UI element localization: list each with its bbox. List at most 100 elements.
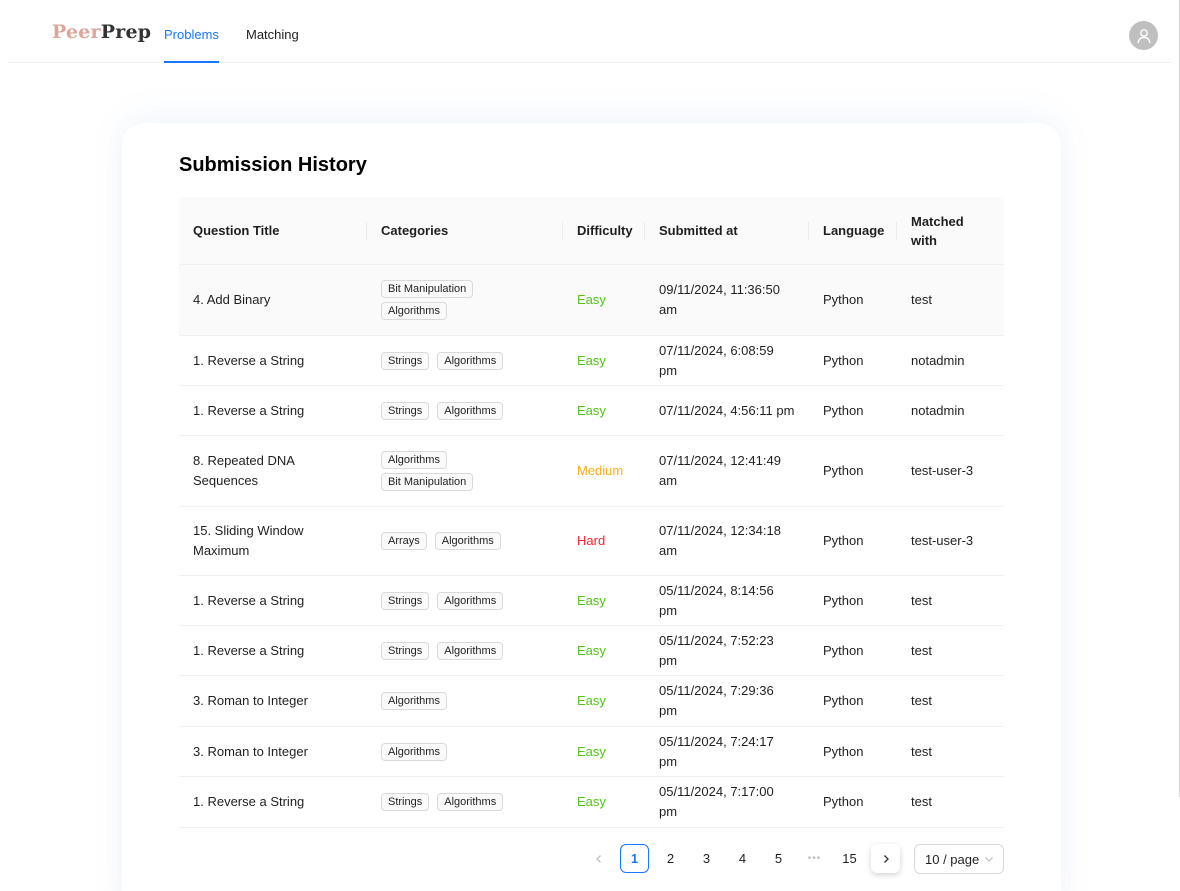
category-tag: Algorithms [381, 302, 447, 320]
table-row[interactable]: 1. Reverse a String Strings Algorithms Easy… [179, 336, 1004, 386]
categories-cell: Strings Algorithms [367, 336, 563, 385]
difficulty-cell: Easy [577, 743, 606, 759]
matched-with-cell: test-user-3 [911, 463, 974, 478]
chevron-down-icon [985, 857, 993, 862]
table-row[interactable]: 8. Repeated DNA Sequences Algorithms Bit M… [179, 436, 1004, 507]
category-tags: Strings Algorithms [381, 401, 504, 420]
table-row[interactable]: 4. Add Binary Bit Manipulation Algorithms E… [179, 265, 1004, 336]
language-cell: Python [823, 352, 864, 368]
question-title-cell: 15. Sliding Window Maximum [193, 523, 304, 558]
difficulty-cell: Easy [577, 794, 606, 809]
category-tags: Algorithms [381, 742, 447, 761]
language-cell: Python [823, 533, 864, 548]
pagination-page-5[interactable]: 5 [764, 844, 793, 873]
submitted-at-cell: 05/11/2024, 7:52:23 pm [659, 632, 774, 668]
difficulty-cell: Easy [577, 592, 606, 608]
categories-cell: Algorithms [367, 727, 563, 776]
table-row[interactable]: 1. Reverse a String Strings Algorithms Easy… [179, 576, 1004, 626]
category-tag: Strings [381, 591, 430, 610]
submitted-at-cell: 07/11/2024, 12:34:18 am [659, 523, 781, 558]
chevron-right-icon [883, 854, 889, 863]
language-cell: Python [823, 463, 864, 478]
difficulty-cell: Easy [577, 693, 606, 708]
logo-prep: Prep [100, 21, 152, 43]
categories-cell: Strings Algorithms [367, 777, 563, 827]
submitted-at-cell: 07/11/2024, 6:08:59 pm [659, 342, 774, 378]
submitted-at-cell: 05/11/2024, 7:17:00 pm [659, 784, 774, 819]
category-tag: Bit Manipulation [381, 473, 474, 491]
top-navbar: PeerPrep Problems Matching [8, 0, 1172, 63]
pagination-page-3[interactable]: 3 [692, 844, 721, 873]
category-tag: Strings [381, 793, 430, 811]
question-title-cell: 4. Add Binary [193, 292, 271, 307]
table-row[interactable]: 1. Reverse a String Strings Algorithms Easy… [179, 777, 1004, 828]
page-size-select[interactable]: 10 / page [914, 844, 1004, 874]
category-tags: Strings Algorithms [381, 793, 504, 811]
category-tag: Algorithms [437, 401, 504, 420]
nav-problems[interactable]: Problems [164, 0, 219, 63]
submitted-at-cell: 05/11/2024, 7:29:36 pm [659, 683, 774, 718]
column-header-categories: Categories [367, 197, 563, 264]
pagination-page-15[interactable]: 15 [835, 844, 864, 873]
table-row[interactable]: 1. Reverse a String Strings Algorithms Easy… [179, 626, 1004, 676]
categories-cell: Strings Algorithms [367, 386, 563, 435]
table-row[interactable]: 3. Roman to Integer Algorithms Easy 05/11/2… [179, 676, 1004, 727]
logo-peer: Peer [52, 21, 101, 43]
category-tag: Bit Manipulation [381, 280, 474, 298]
chevron-left-icon [595, 854, 601, 863]
category-tags: Algorithms Bit Manipulation [381, 451, 474, 491]
matched-with-cell: notadmin [911, 352, 965, 368]
categories-cell: Strings Algorithms [367, 626, 563, 675]
column-header-language: Language [809, 197, 897, 264]
column-header-matched-with: Matched with [911, 213, 964, 248]
difficulty-cell: Easy [577, 642, 606, 658]
matched-with-cell: test-user-3 [911, 533, 974, 548]
categories-cell: Algorithms Bit Manipulation [367, 436, 563, 506]
table-row[interactable]: 15. Sliding Window Maximum Arrays Algorith… [179, 507, 1004, 576]
difficulty-cell: Easy [577, 352, 606, 368]
language-cell: Python [823, 693, 864, 708]
category-tag: Algorithms [437, 351, 504, 370]
matched-with-cell: test [911, 642, 932, 658]
language-cell: Python [823, 592, 864, 608]
category-tag: Strings [381, 401, 430, 420]
question-title-cell: 8. Repeated DNA Sequences [193, 453, 295, 488]
table-header: Question Title Categories Difficulty Sub… [179, 197, 1004, 265]
table-row[interactable]: 3. Roman to Integer Algorithms Easy 05/11/2… [179, 727, 1004, 777]
category-tag: Algorithms [437, 591, 504, 610]
pagination-next-button[interactable] [871, 844, 900, 873]
category-tag: Arrays [381, 532, 427, 550]
pagination-ellipsis[interactable]: ••• [800, 844, 829, 873]
category-tag: Algorithms [381, 451, 447, 469]
difficulty-cell: Hard [577, 533, 606, 548]
table-row[interactable]: 1. Reverse a String Strings Algorithms Easy… [179, 386, 1004, 436]
table-body: 4. Add Binary Bit Manipulation Algorithms E… [179, 265, 1004, 828]
category-tags: Strings Algorithms [381, 641, 504, 660]
submitted-at-cell: 07/11/2024, 4:56:11 pm [659, 402, 795, 418]
category-tags: Bit Manipulation Algorithms [381, 280, 474, 320]
matched-with-cell: test [911, 794, 932, 809]
pagination-page-2[interactable]: 2 [656, 844, 685, 873]
question-title-cell: 3. Roman to Integer [193, 743, 308, 759]
language-cell: Python [823, 743, 864, 759]
pagination-page-4[interactable]: 4 [728, 844, 757, 873]
column-header-question-title: Question Title [179, 197, 367, 264]
difficulty-cell: Easy [577, 292, 606, 307]
categories-cell: Strings Algorithms [367, 576, 563, 625]
category-tag: Algorithms [434, 532, 501, 550]
nav-matching[interactable]: Matching [246, 0, 299, 63]
column-header-difficulty: Difficulty [563, 197, 645, 264]
category-tags: Algorithms [381, 692, 447, 710]
matched-with-cell: test [911, 292, 932, 307]
question-title-cell: 1. Reverse a String [193, 794, 305, 809]
submitted-at-cell: 07/11/2024, 12:41:49 am [659, 453, 781, 488]
matched-with-cell: test [911, 743, 932, 759]
pagination-page-1[interactable]: 1 [620, 844, 649, 873]
language-cell: Python [823, 402, 864, 418]
pagination-prev-button[interactable] [584, 844, 613, 873]
logo[interactable]: PeerPrep [52, 21, 151, 43]
submitted-at-cell: 05/11/2024, 7:24:17 pm [659, 733, 774, 769]
category-tags: Strings Algorithms [381, 351, 504, 370]
avatar[interactable] [1129, 21, 1158, 50]
user-icon [1137, 28, 1150, 43]
